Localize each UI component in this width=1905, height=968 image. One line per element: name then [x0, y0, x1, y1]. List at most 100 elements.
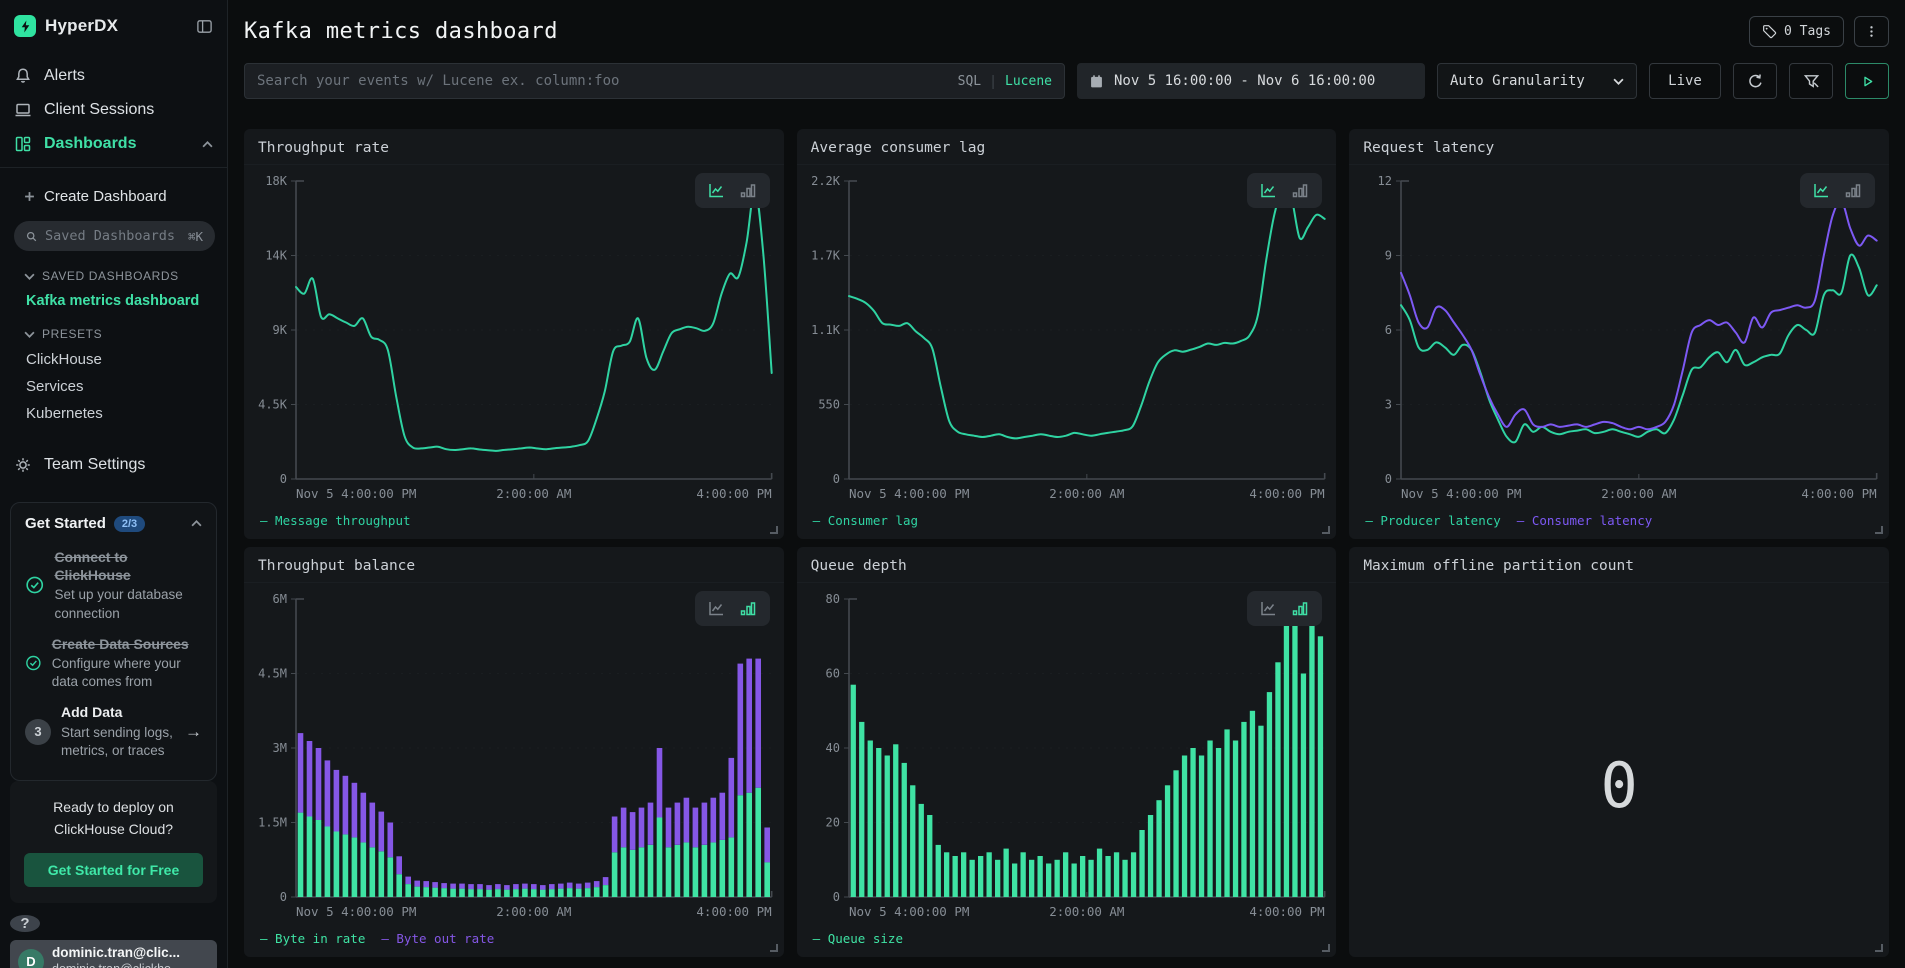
get-started-free-button[interactable]: Get Started for Free	[24, 853, 203, 887]
create-dashboard-button[interactable]: Create Dashboard	[0, 182, 227, 211]
resize-handle[interactable]	[1322, 526, 1330, 534]
sidebar-item-client-sessions[interactable]: Client Sessions	[0, 93, 227, 127]
svg-text:Nov 5 4:00:00 PM: Nov 5 4:00:00 PM	[296, 486, 416, 501]
legend-item[interactable]: — Message throughput	[260, 513, 411, 528]
get-started-step-sources[interactable]: Create Data Sources Configure where your…	[25, 635, 202, 692]
mode-lucene-toggle[interactable]: Lucene	[1005, 74, 1052, 89]
panel-title: Queue depth	[811, 558, 907, 574]
svg-text:2:00:00 AM: 2:00:00 AM	[496, 486, 571, 501]
legend-item[interactable]: — Byte in rate	[260, 931, 365, 946]
progress-badge: 2/3	[114, 516, 145, 532]
chart-legend: — Producer latency — Consumer latency	[1349, 507, 1889, 539]
svg-text:0: 0	[280, 890, 287, 904]
svg-text:0: 0	[280, 472, 287, 486]
plus-icon	[24, 191, 35, 202]
sidebar-item-alerts[interactable]: Alerts	[0, 59, 227, 93]
line-chart-icon[interactable]	[1813, 182, 1830, 199]
panel-throughput-rate: Throughput rate 18K14K9K4.5K0Nov 5 4:00:…	[244, 129, 784, 539]
svg-text:2:00:00 AM: 2:00:00 AM	[496, 904, 571, 919]
resize-handle[interactable]	[770, 526, 778, 534]
svg-text:Nov 5 4:00:00 PM: Nov 5 4:00:00 PM	[296, 904, 416, 919]
chart-canvas[interactable]: 806040200Nov 5 4:00:00 PM2:00:00 AM4:00:…	[797, 583, 1337, 925]
section-saved-dashboards[interactable]: SAVED DASHBOARDS	[24, 269, 213, 283]
svg-text:1.1K: 1.1K	[811, 323, 841, 337]
panel-throughput-balance: Throughput balance 6M4.5M3M1.5M0Nov 5 4:…	[244, 547, 784, 957]
tags-button[interactable]: 0 Tags	[1749, 16, 1844, 47]
get-started-step-add-data[interactable]: 3 Add Data Start sending logs, metrics, …	[25, 703, 202, 760]
date-range-picker[interactable]: Nov 5 16:00:00 - Nov 6 16:00:00	[1077, 63, 1425, 99]
legend-item[interactable]: — Queue size	[813, 931, 903, 946]
svg-text:3: 3	[1385, 398, 1392, 412]
filter-button[interactable]	[1789, 63, 1833, 99]
svg-text:2:00:00 AM: 2:00:00 AM	[1049, 904, 1124, 919]
svg-text:20: 20	[825, 816, 839, 830]
chevron-up-icon	[202, 139, 213, 150]
svg-text:1.7K: 1.7K	[811, 249, 841, 263]
get-started-step-connect[interactable]: Connect to ClickHouse Set up your databa…	[25, 548, 202, 623]
chart-canvas[interactable]: 129630Nov 5 4:00:00 PM2:00:00 AM4:00:00 …	[1349, 165, 1889, 507]
gear-icon	[14, 456, 32, 474]
chart-canvas[interactable]: 6M4.5M3M1.5M0Nov 5 4:00:00 PM2:00:00 AM4…	[244, 583, 784, 925]
chevron-down-icon	[1613, 76, 1624, 87]
more-options-button[interactable]	[1854, 16, 1889, 47]
avatar: D	[18, 949, 44, 968]
chart-legend: — Byte in rate — Byte out rate	[244, 925, 784, 957]
svg-text:18K: 18K	[265, 174, 287, 188]
resize-handle[interactable]	[1322, 944, 1330, 952]
sidebar-item-team-settings[interactable]: Team Settings	[0, 448, 227, 482]
bar-chart-icon[interactable]	[740, 600, 757, 617]
logo-row: HyperDX	[0, 0, 227, 49]
chevron-up-icon[interactable]	[191, 518, 202, 529]
collapse-sidebar-icon[interactable]	[196, 18, 213, 35]
user-email: dominic.tran@clickho...	[52, 962, 181, 968]
svg-text:1.5M: 1.5M	[258, 816, 287, 830]
sidebar-item-kubernetes[interactable]: Kubernetes	[26, 405, 213, 422]
chart-legend: — Queue size	[797, 925, 1337, 957]
line-chart-icon[interactable]	[1260, 182, 1277, 199]
help-button[interactable]: ?	[10, 915, 40, 932]
mode-sql-toggle[interactable]: SQL	[958, 74, 981, 89]
legend-item[interactable]: — Consumer lag	[813, 513, 918, 528]
section-presets[interactable]: PRESETS	[24, 327, 213, 341]
panel-title: Request latency	[1363, 140, 1494, 156]
line-chart-icon[interactable]	[708, 600, 725, 617]
line-chart-icon[interactable]	[1260, 600, 1277, 617]
sidebar-item-clickhouse[interactable]: ClickHouse	[26, 351, 213, 368]
panel-queue-depth: Queue depth 806040200Nov 5 4:00:00 PM2:0…	[797, 547, 1337, 957]
user-menu[interactable]: D dominic.tran@clic... dominic.tran@clic…	[10, 940, 217, 968]
granularity-select[interactable]: Auto Granularity	[1437, 63, 1637, 99]
bar-chart-icon[interactable]	[1845, 182, 1862, 199]
bar-chart-icon[interactable]	[740, 182, 757, 199]
check-circle-icon	[25, 650, 42, 676]
event-search-bar[interactable]: SQL | Lucene	[244, 63, 1065, 99]
bar-chart-icon[interactable]	[1292, 182, 1309, 199]
run-query-button[interactable]	[1845, 63, 1889, 99]
get-started-card: Get Started 2/3 Connect to ClickHouse Se…	[10, 502, 217, 781]
sidebar-item-services[interactable]: Services	[26, 378, 213, 395]
chart-canvas[interactable]: 18K14K9K4.5K0Nov 5 4:00:00 PM2:00:00 AM4…	[244, 165, 784, 507]
arrow-right-icon: →	[185, 722, 202, 742]
dashboard-grid: Throughput rate 18K14K9K4.5K0Nov 5 4:00:…	[244, 129, 1889, 957]
sidebar-item-dashboards[interactable]: Dashboards	[0, 127, 227, 161]
legend-item[interactable]: — Byte out rate	[381, 931, 494, 946]
live-button[interactable]: Live	[1649, 63, 1721, 99]
line-chart-icon[interactable]	[708, 182, 725, 199]
svg-text:4:00:00 PM: 4:00:00 PM	[696, 904, 771, 919]
legend-item[interactable]: — Producer latency	[1365, 513, 1500, 528]
panel-title: Throughput balance	[258, 558, 415, 574]
svg-text:0: 0	[832, 890, 839, 904]
sidebar-item-kafka-dashboard[interactable]: Kafka metrics dashboard	[26, 293, 213, 309]
saved-dashboards-search[interactable]: Saved Dashboards ⌘K	[14, 221, 215, 251]
metric-value: 0	[1601, 749, 1638, 822]
resize-handle[interactable]	[770, 944, 778, 952]
refresh-button[interactable]	[1733, 63, 1777, 99]
chart-canvas[interactable]: 2.2K1.7K1.1K5500Nov 5 4:00:00 PM2:00:00 …	[797, 165, 1337, 507]
date-range-value: Nov 5 16:00:00 - Nov 6 16:00:00	[1114, 73, 1375, 89]
resize-handle[interactable]	[1875, 944, 1883, 952]
resize-handle[interactable]	[1875, 526, 1883, 534]
svg-text:4:00:00 PM: 4:00:00 PM	[696, 486, 771, 501]
legend-item[interactable]: — Consumer latency	[1517, 513, 1652, 528]
svg-text:2:00:00 AM: 2:00:00 AM	[1049, 486, 1124, 501]
search-input[interactable]	[257, 73, 948, 89]
bar-chart-icon[interactable]	[1292, 600, 1309, 617]
